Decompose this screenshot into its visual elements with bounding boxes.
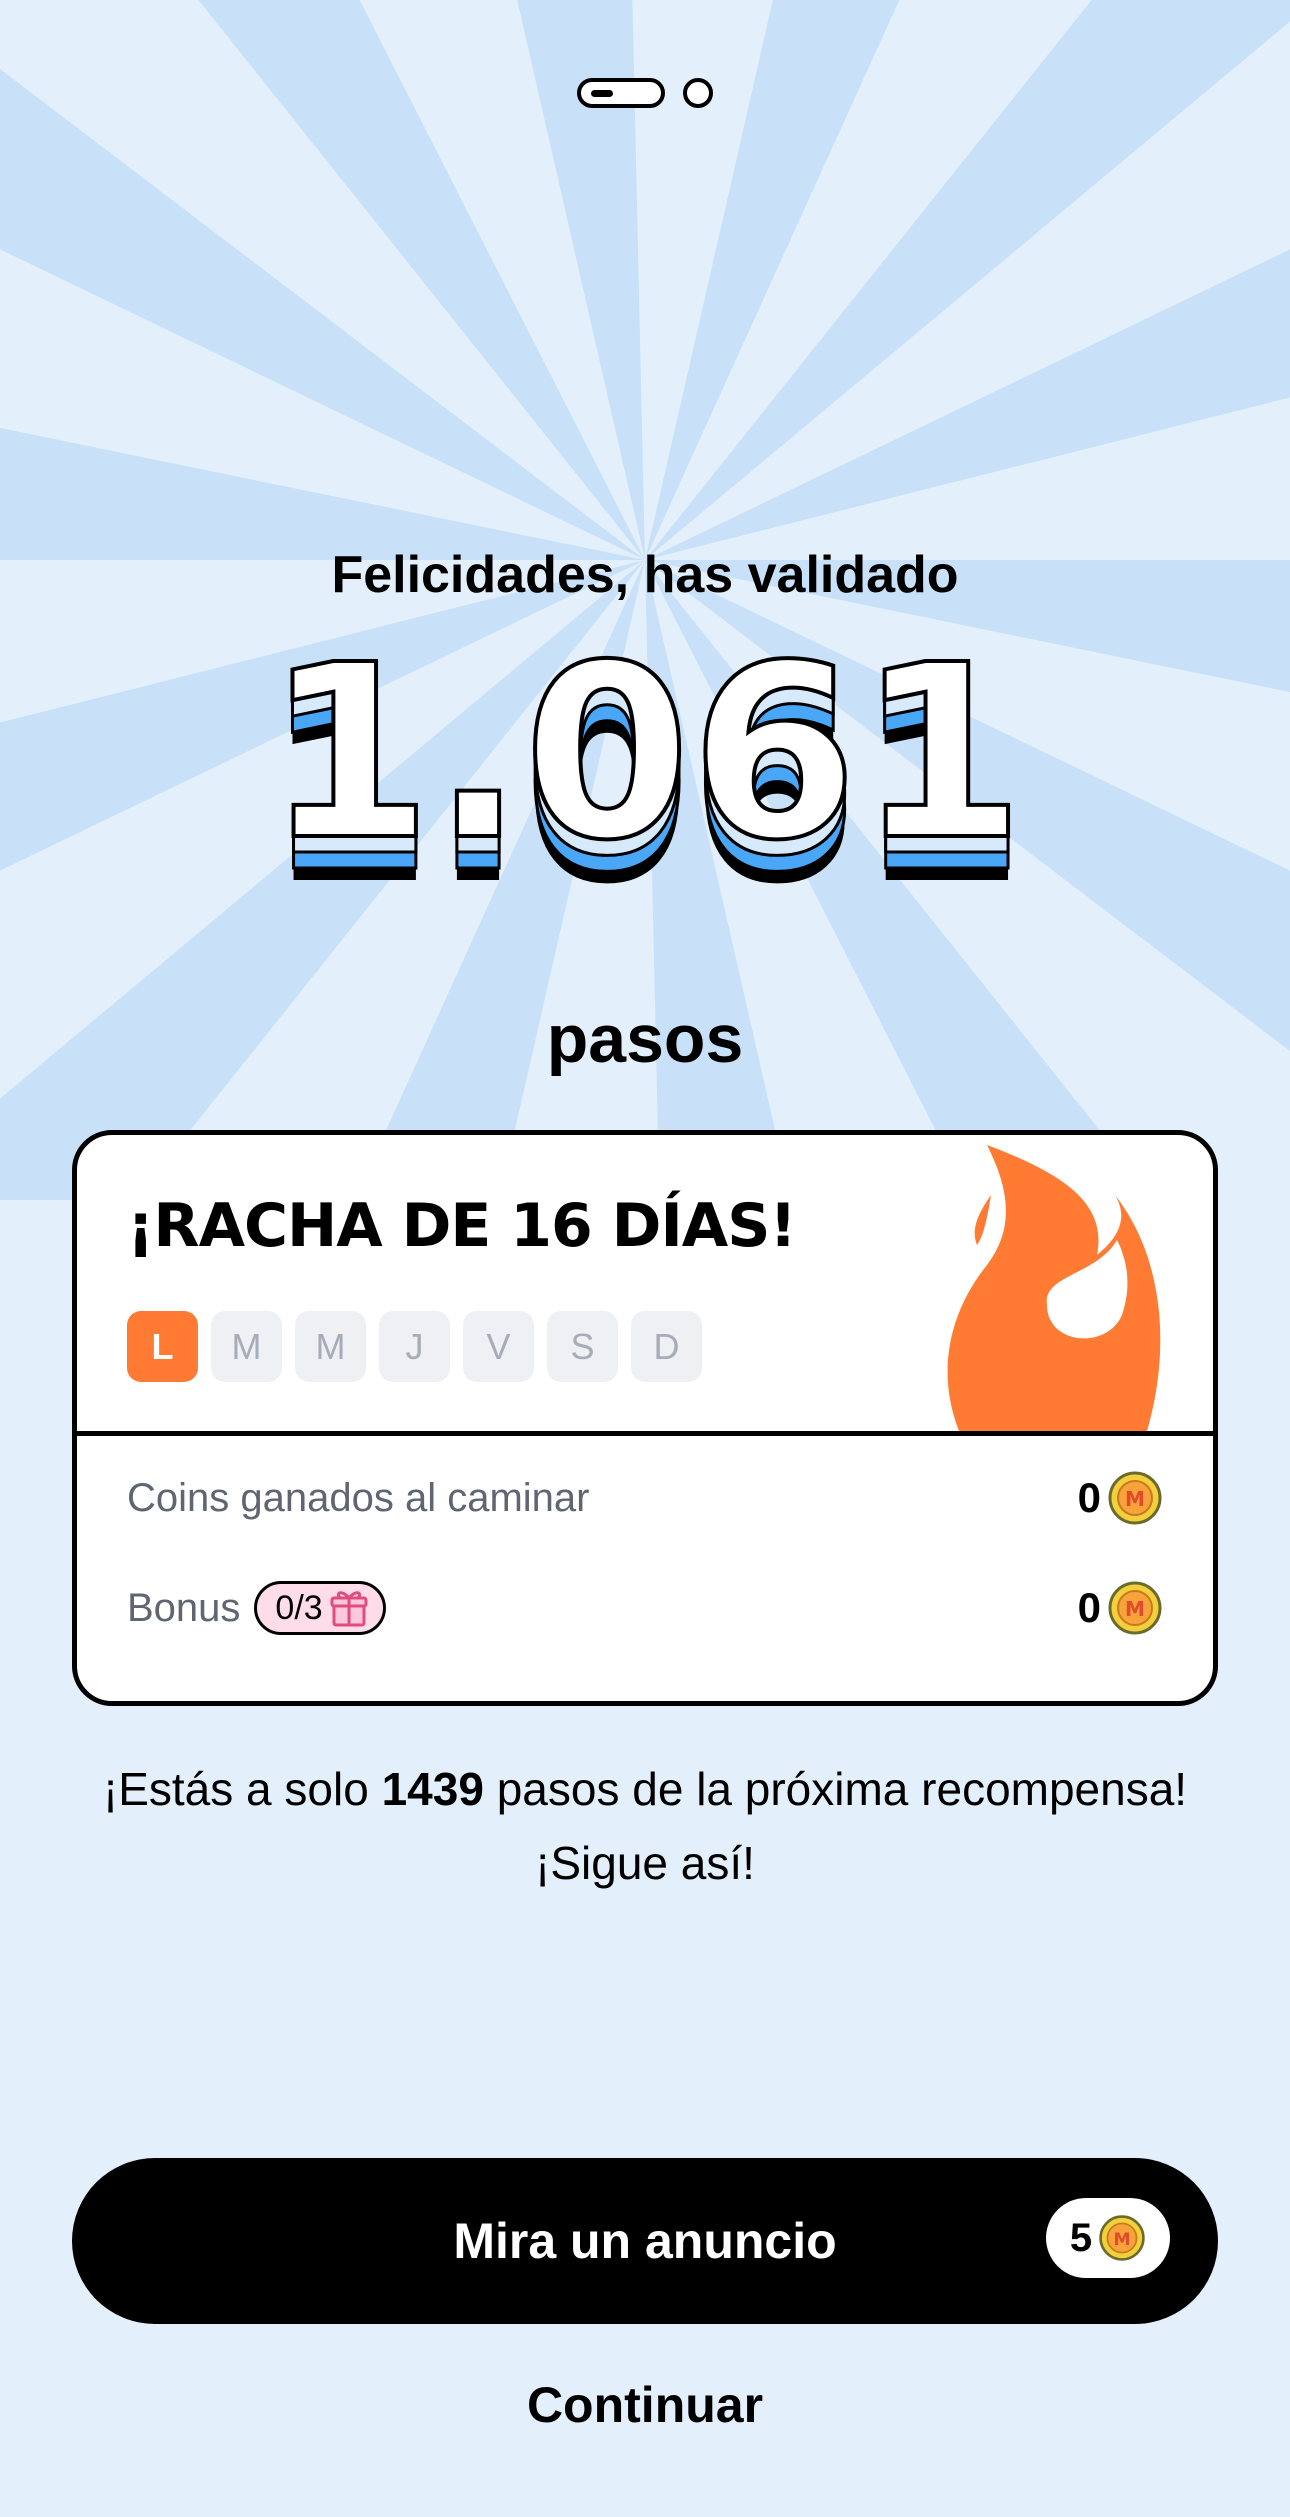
walk-coins-amount: 0 xyxy=(1077,1474,1101,1521)
next-reward-suffix: pasos de la próxima recompensa! xyxy=(483,1763,1188,1815)
walk-coins-value: 0 M xyxy=(1078,1470,1163,1526)
bonus-value: 0 M xyxy=(1078,1580,1163,1636)
page-indicator-inactive xyxy=(683,78,713,108)
ad-reward-amount: 5 xyxy=(1069,2215,1093,2260)
watch-ad-button[interactable]: Mira un anuncio 5 M xyxy=(72,2158,1218,2324)
next-reward-prefix: ¡Estás a solo xyxy=(102,1763,382,1815)
gift-icon xyxy=(330,1591,368,1627)
coin-icon: M xyxy=(1099,2215,1145,2261)
steps-count-face: 1.061 xyxy=(265,640,1024,893)
coin-icon: M xyxy=(1108,1581,1162,1635)
bonus-count: 0/3 xyxy=(275,1588,323,1627)
page-indicator-active xyxy=(577,78,665,108)
streak-section: ¡RACHA DE 16 DÍAS! L M M J V S D xyxy=(77,1135,1213,1436)
next-reward-message: ¡Estás a solo 1439 pasos de la próxima r… xyxy=(40,1752,1250,1900)
weekday-tracker: L M M J V S D xyxy=(127,1311,702,1382)
day-wednesday: M xyxy=(295,1311,366,1382)
watch-ad-label: Mira un anuncio xyxy=(453,2213,837,2269)
svg-text:M: M xyxy=(1114,2230,1131,2250)
bonus-row: Bonus 0/3 0 M xyxy=(127,1580,1163,1636)
coin-icon: M xyxy=(1108,1471,1162,1525)
day-sunday: D xyxy=(631,1311,702,1382)
bonus-amount: 0 xyxy=(1077,1584,1101,1631)
steps-left: 1439 xyxy=(381,1763,484,1815)
day-friday: V xyxy=(463,1311,534,1382)
ad-reward-badge: 5 M xyxy=(1046,2198,1170,2278)
day-monday: L xyxy=(127,1311,198,1382)
svg-text:M: M xyxy=(1125,1487,1145,1511)
continue-button[interactable]: Continuar xyxy=(0,2376,1290,2434)
steps-count: 1.061 1.061 1.061 1.061 xyxy=(263,640,1026,910)
day-tuesday: M xyxy=(211,1311,282,1382)
cheer-text: ¡Sigue así! xyxy=(535,1837,755,1889)
day-thursday: J xyxy=(379,1311,450,1382)
day-saturday: S xyxy=(547,1311,618,1382)
svg-text:M: M xyxy=(1125,1597,1145,1621)
bonus-label: Bonus xyxy=(127,1585,241,1630)
streak-title: ¡RACHA DE 16 DÍAS! xyxy=(127,1191,797,1261)
page-indicator xyxy=(0,78,1290,108)
congrats-text: Felicidades, has validado xyxy=(331,546,959,604)
steps-unit: pasos xyxy=(546,1001,744,1077)
walk-coins-label: Coins ganados al caminar xyxy=(127,1475,590,1520)
flame-icon xyxy=(947,1145,1161,1431)
bonus-badge[interactable]: 0/3 xyxy=(254,1581,386,1635)
streak-card: ¡RACHA DE 16 DÍAS! L M M J V S D Coins g… xyxy=(72,1130,1218,1706)
walk-coins-row: Coins ganados al caminar 0 M xyxy=(127,1470,1163,1526)
